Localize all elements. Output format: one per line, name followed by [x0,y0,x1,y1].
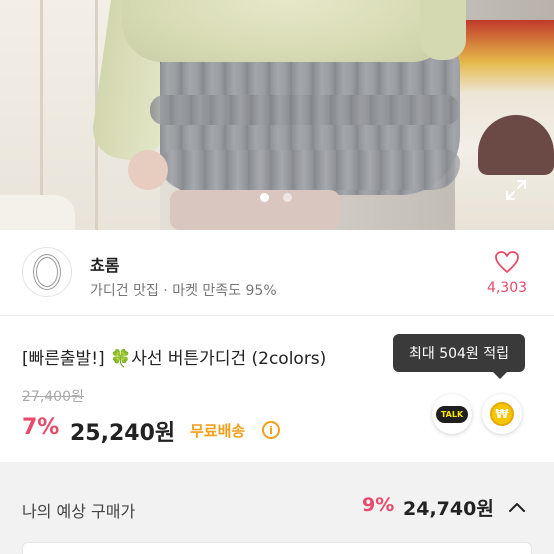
info-icon[interactable]: i [262,421,280,439]
product-title: [빠른출발!] 🍀사선 버튼가디건 (2colors) [22,349,327,369]
section-divider [0,462,554,474]
expand-icon[interactable] [504,178,528,202]
points-tooltip-text: 최대 504원 적립 [408,346,510,362]
free-shipping-badge: 무료배송 [190,422,246,440]
points-tooltip: 최대 504원 적립 [393,334,525,379]
expected-price-label: 나의 예상 구매가 [22,502,136,521]
expected-discount: 9% [362,494,395,516]
shop-logo-icon [33,254,61,290]
carousel-dot-active[interactable] [260,193,269,202]
image-sweater-sleeve [420,0,466,60]
carousel-indicator [260,193,292,202]
image-hand [128,150,168,190]
kakao-talk-button[interactable]: TALK [432,394,472,434]
shop-name[interactable]: 쵸롬 [90,252,119,276]
product-image[interactable] [0,0,554,230]
shop-row[interactable]: 쵸롬 가디건 맛집 · 마켓 만족도 95% 4,303 [0,230,554,316]
shop-subtitle: 가디건 맛집 · 마켓 만족도 95% [90,283,277,299]
expected-price: 24,740원 [403,498,494,520]
talk-icon: TALK [435,405,469,423]
chevron-up-icon[interactable] [506,496,528,518]
coin-icon: ₩ [490,402,514,426]
image-bg-cushion [0,195,75,230]
expected-price-section[interactable]: 나의 예상 구매가 9% 24,740원 [0,474,554,554]
discount-rate: 7% [22,415,60,440]
image-legs [170,190,340,230]
like-button[interactable]: 4,303 [482,250,532,296]
image-skirt-ruffle [150,95,460,125]
shop-avatar[interactable] [22,247,72,297]
original-price: 27,400원 [22,389,84,405]
image-sweater [122,0,452,62]
expected-price-card [22,542,532,554]
heart-icon [495,251,519,273]
carousel-dot[interactable] [283,193,292,202]
image-skirt-ruffle [160,150,460,190]
like-count: 4,303 [486,280,528,296]
points-button[interactable]: ₩ [482,394,522,434]
sale-price: 25,240원 [70,421,176,446]
